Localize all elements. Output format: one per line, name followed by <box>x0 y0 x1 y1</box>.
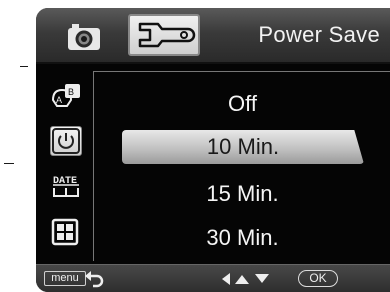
wrench-icon <box>138 22 196 48</box>
tab-camera[interactable] <box>64 20 104 54</box>
camera-icon <box>68 24 100 50</box>
tab-settings[interactable] <box>128 14 200 56</box>
back-arrow-icon <box>85 271 104 288</box>
footer-bar: menu OK <box>36 264 390 292</box>
up-arrow-icon <box>235 275 249 284</box>
option-off[interactable]: Off <box>94 84 390 124</box>
option-15-min[interactable]: 15 Min. <box>94 174 390 214</box>
option-list: Off 10 Min. 15 Min. 30 Min. <box>93 71 390 261</box>
option-10-min[interactable]: 10 Min. <box>122 130 364 164</box>
grid-icon <box>51 218 79 246</box>
language-icon: A B <box>51 84 80 107</box>
power-icon <box>52 128 80 154</box>
down-arrow-icon <box>255 274 269 283</box>
date-icon: DATE <box>53 176 79 197</box>
option-30-min[interactable]: 30 Min. <box>94 218 390 258</box>
sidebar-item-date[interactable]: DATE <box>50 172 82 202</box>
edge-mark <box>4 163 14 164</box>
menu-button[interactable]: menu <box>44 271 86 286</box>
header-bar: Power Save <box>36 8 390 64</box>
svg-text:A: A <box>56 95 62 105</box>
sidebar-item-grid[interactable] <box>50 218 82 248</box>
ok-button[interactable]: OK <box>298 270 338 287</box>
camera-screen: Power Save A B DATE Off 10 Min. 15 Min. … <box>36 8 390 292</box>
sidebar-item-language[interactable]: A B <box>50 82 82 112</box>
svg-text:B: B <box>68 87 74 97</box>
sidebar-item-power[interactable] <box>50 126 82 156</box>
edge-mark <box>20 66 28 67</box>
left-arrow-icon <box>222 273 230 285</box>
page-title: Power Save <box>258 22 380 47</box>
